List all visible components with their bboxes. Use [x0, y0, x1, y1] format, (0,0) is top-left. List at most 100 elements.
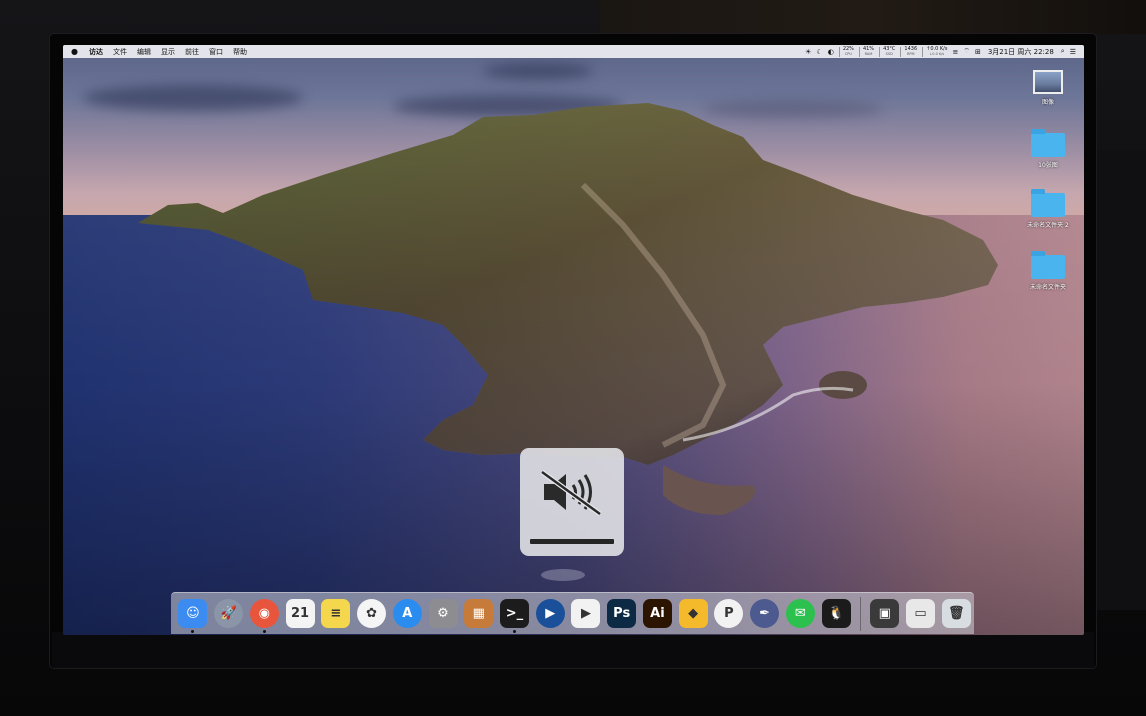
- screen: ● 访达 文件 编辑 显示 前往 窗口 帮助 ☀ ☾ ◐ 22% CPU 41% R…: [63, 45, 1084, 635]
- dock-item-terminal[interactable]: >_: [497, 596, 533, 633]
- running-indicator: [512, 629, 516, 633]
- search-icon[interactable]: ⌕: [1061, 47, 1065, 56]
- dock-item-sketch[interactable]: ◆: [675, 596, 711, 632]
- system-preferences-icon: ⚙: [428, 599, 458, 628]
- desktop-folder-3[interactable]: 未命名文件夹: [1018, 251, 1078, 291]
- temp-stat[interactable]: 43°C SSD: [879, 45, 896, 57]
- trash-icon: 🗑: [941, 599, 971, 628]
- status-area: ☀ ☾ ◐ 22% CPU 41% RAM 43°C SSD 1436 RPM ↑0.0…: [805, 45, 1084, 57]
- notification-center-icon[interactable]: ☰: [1070, 48, 1076, 56]
- preview-icon: ▭: [906, 599, 936, 628]
- upload-value: ↑0.0 K/s: [926, 45, 948, 52]
- folder-icon: [1031, 129, 1065, 157]
- menu-go[interactable]: 前往: [180, 47, 204, 57]
- dock-item-app-store[interactable]: A: [389, 596, 425, 632]
- menu-help[interactable]: 帮助: [228, 47, 252, 57]
- fan-value: 1436: [904, 45, 918, 52]
- desktop-icon-label: 未命名文件夹: [1029, 284, 1066, 291]
- menu-view[interactable]: 显示: [156, 47, 180, 57]
- siri-icon: ◉: [249, 599, 279, 628]
- feather-icon: ✒: [750, 599, 780, 628]
- fan-label: RPM: [907, 51, 915, 56]
- dock-item-qq[interactable]: 🐧: [818, 596, 854, 632]
- qq-icon: 🐧: [821, 599, 851, 628]
- desktop-folder-2[interactable]: 未命名文件夹 2: [1018, 189, 1078, 229]
- dock-item-preview[interactable]: ▭: [903, 596, 939, 632]
- youku-icon: ▶: [571, 599, 601, 628]
- desktop-icon-label: 10张图: [1038, 162, 1058, 169]
- download-value: ↓0.0 K/s: [929, 51, 945, 56]
- illustrator-icon: Ai: [642, 599, 672, 628]
- dock-item-calendar[interactable]: 21: [282, 596, 318, 632]
- ram-value: 41%: [862, 45, 875, 52]
- photoshop-icon: Ps: [607, 599, 637, 628]
- ram-stat[interactable]: 41% RAM: [858, 45, 875, 57]
- picgo-icon: P: [714, 599, 744, 628]
- wechat-icon: ✉: [785, 599, 815, 628]
- volume-hud: [520, 448, 624, 556]
- folder-icon: [1031, 189, 1065, 217]
- background-shelf: [600, 0, 1146, 34]
- dock-item-illustrator[interactable]: Ai: [640, 596, 676, 632]
- dock-item-notes[interactable]: ≡: [318, 596, 354, 632]
- menu-bar: ● 访达 文件 编辑 显示 前往 窗口 帮助 ☀ ☾ ◐ 22% CPU 41% R…: [63, 45, 1084, 58]
- dock-item-calculator-like[interactable]: ▦: [461, 596, 497, 632]
- apple-menu-icon[interactable]: ●: [63, 47, 84, 56]
- photos-icon: ✿: [357, 599, 387, 628]
- dock-item-photoshop[interactable]: Ps: [604, 596, 640, 632]
- temp-value: 43°C: [883, 45, 896, 52]
- screenshot-icon: ▣: [870, 599, 900, 628]
- running-indicator: [191, 629, 195, 633]
- list-icon[interactable]: ≡: [952, 48, 958, 56]
- menu-finder[interactable]: 访达: [84, 47, 108, 57]
- dock-separator: [859, 596, 861, 631]
- dock: ☺ 🚀 ◉ 21 ≡ ✿ A ⚙ ▦ >_ ▶ ▶ Ps Ai ◆ P ✒ ✉ 🐧 ▣ ▭ 🗑: [171, 592, 974, 634]
- running-indicator: [262, 629, 266, 633]
- calendar-icon: 21: [285, 599, 315, 628]
- player-icon: ▶: [535, 599, 565, 628]
- cpu-stat[interactable]: 22% CPU: [838, 45, 854, 57]
- image-thumbnail-icon: [1033, 70, 1063, 94]
- ram-label: RAM: [864, 51, 873, 56]
- dock-item-photos[interactable]: ✿: [354, 596, 390, 632]
- fan-stat[interactable]: 1436 RPM: [900, 45, 918, 57]
- dock-item-finder[interactable]: ☺: [175, 596, 211, 633]
- app-store-icon: A: [392, 599, 422, 628]
- notes-icon: ≡: [321, 599, 351, 628]
- cpu-value: 22%: [842, 45, 854, 52]
- keyboard-input-icon[interactable]: ⊞: [975, 48, 981, 56]
- dock-item-launchpad[interactable]: 🚀: [211, 596, 247, 632]
- network-stat[interactable]: ↑0.0 K/s ↓0.0 K/s: [922, 45, 948, 57]
- clock[interactable]: 3月21日 周六 22:28: [986, 47, 1056, 57]
- dock-item-youku[interactable]: ▶: [568, 596, 604, 632]
- desktop-icon-label: 未命名文件夹 2: [1027, 222, 1069, 229]
- terminal-icon: >_: [499, 599, 529, 628]
- desktop-icon-image[interactable]: 图像: [1018, 70, 1078, 106]
- desktop-folder-1[interactable]: 10张图: [1018, 129, 1078, 169]
- dock-item-wechat[interactable]: ✉: [782, 596, 818, 632]
- volume-level-bar: [530, 539, 614, 544]
- wifi-icon[interactable]: ⌔: [963, 47, 970, 56]
- finder-icon: ☺: [178, 599, 208, 628]
- brightness-icon[interactable]: ☀: [805, 48, 811, 56]
- dock-item-screenshot[interactable]: ▣: [867, 596, 903, 632]
- monitor-chin: [52, 632, 1094, 668]
- dock-item-system-preferences[interactable]: ⚙: [425, 596, 461, 632]
- cpu-label: CPU: [844, 51, 852, 56]
- menu-file[interactable]: 文件: [108, 47, 132, 57]
- menu-edit[interactable]: 编辑: [132, 47, 156, 57]
- shield-icon[interactable]: ◐: [828, 48, 834, 56]
- launchpad-icon: 🚀: [214, 599, 244, 628]
- moon-icon[interactable]: ☾: [816, 48, 822, 56]
- menu-window[interactable]: 窗口: [204, 47, 228, 57]
- dock-item-player[interactable]: ▶: [532, 596, 568, 632]
- dock-item-picgo[interactable]: P: [711, 596, 747, 632]
- folder-icon: [1031, 251, 1065, 279]
- temp-label: SSD: [885, 51, 893, 56]
- background-wall: [1092, 150, 1146, 610]
- speaker-muted-icon: [540, 469, 602, 516]
- dock-item-trash[interactable]: 🗑: [938, 596, 974, 632]
- dock-item-feather[interactable]: ✒: [747, 596, 783, 632]
- dock-item-siri[interactable]: ◉: [246, 596, 282, 633]
- desktop-icon-label: 图像: [1041, 99, 1054, 106]
